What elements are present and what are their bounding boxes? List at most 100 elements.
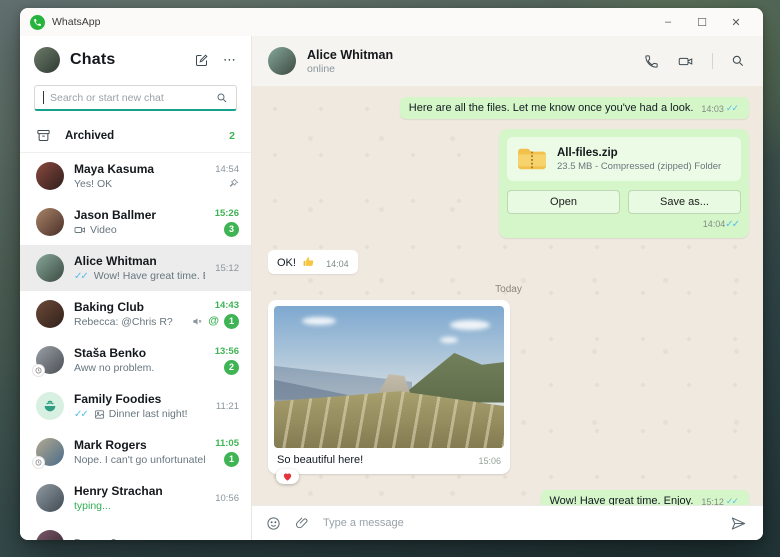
chat-row-maya-kasuma[interactable]: Maya Kasuma Yes! OK 14:54 (20, 153, 251, 199)
archive-icon (37, 130, 50, 141)
chat-preview: Rebecca: @Chris R? (74, 316, 173, 328)
message-text: OK! (277, 257, 296, 269)
message-outgoing[interactable]: Wow! Have great time. Enjoy. 15:12 ✓✓ (540, 490, 749, 505)
heart-icon (283, 473, 292, 481)
zip-folder-icon (518, 148, 546, 170)
whatsapp-window: WhatsApp – ☐ ✕ Chats ⋯ Search or start n… (20, 8, 763, 540)
chats-title: Chats (70, 51, 116, 68)
archived-label: Archived (65, 129, 115, 142)
date-divider: Today (495, 284, 522, 295)
send-icon[interactable] (730, 516, 747, 531)
chat-name: Dawn Jones (74, 537, 211, 540)
message-time: 15:06 (478, 456, 501, 466)
search-input[interactable] (50, 91, 210, 104)
save-as-button[interactable]: Save as... (628, 190, 741, 214)
maximize-button[interactable]: ☐ (685, 9, 719, 35)
text-caret (43, 91, 44, 104)
heart-reaction[interactable] (276, 469, 299, 484)
chat-row-alice-whitman[interactable]: Alice Whitman ✓✓ Wow! Have great time. E… (20, 245, 251, 291)
contact-avatar[interactable] (268, 47, 296, 75)
more-options-icon[interactable]: ⋯ (223, 52, 237, 68)
chat-row-henry-strachan[interactable]: Henry Strachan typing... 10:56 (20, 475, 251, 521)
food-bowl-icon (44, 400, 56, 412)
chat-name: Staša Benko (74, 346, 147, 360)
voice-call-icon[interactable] (644, 54, 659, 69)
new-chat-icon[interactable] (194, 53, 209, 68)
read-ticks-icon: ✓✓ (74, 270, 89, 282)
conversation-header[interactable]: Alice Whitman online (252, 36, 763, 86)
chat-row-stasa-benko[interactable]: Staša Benko Aww no problem. 13:56 2 (20, 337, 251, 383)
message-input[interactable] (323, 517, 716, 529)
whatsapp-logo-icon (30, 14, 45, 30)
file-card[interactable]: All-files.zip 23.5 MB - Compressed (zipp… (507, 137, 741, 181)
conversation-search-icon[interactable] (731, 54, 745, 68)
chat-time: 13:56 (214, 345, 239, 357)
chat-name: Baking Club (74, 300, 145, 314)
chat-name: Jason Ballmer (74, 208, 157, 222)
conversation-panel: Alice Whitman online Here are all the fi… (252, 36, 763, 540)
chat-name: Family Foodies (74, 392, 162, 406)
read-ticks-icon: ✓✓ (725, 496, 739, 505)
composer-bar (252, 505, 763, 540)
read-ticks-icon: ✓✓ (725, 219, 740, 230)
contact-name: Alice Whitman (307, 47, 394, 62)
video-call-icon[interactable] (677, 54, 694, 69)
message-incoming[interactable]: OK! 14:04 (268, 250, 358, 274)
message-time: 14:04 (326, 259, 349, 269)
chat-time: 11:05 (215, 437, 239, 449)
unread-badge: 1 (224, 451, 239, 467)
message-time: 15:12 (701, 497, 724, 505)
chat-list[interactable]: Maya Kasuma Yes! OK 14:54 Jason Ballmer (20, 153, 251, 540)
file-name: All-files.zip (557, 146, 618, 159)
chat-time: 11:21 (215, 400, 239, 412)
file-message: All-files.zip 23.5 MB - Compressed (zipp… (499, 129, 749, 238)
chat-row-mark-rogers[interactable]: Mark Rogers Nope. I can't go unfortunate… (20, 429, 251, 475)
archived-count: 2 (229, 129, 235, 142)
chat-name: Maya Kasuma (74, 162, 155, 176)
chat-row-baking-club[interactable]: Baking Club Rebecca: @Chris R? 14:43 @ 1 (20, 291, 251, 337)
message-time: 14:03 (701, 104, 724, 114)
attach-icon[interactable] (295, 516, 309, 530)
titlebar[interactable]: WhatsApp – ☐ ✕ (20, 8, 763, 36)
chat-time: 14:43 (214, 299, 239, 311)
chat-row-dawn-jones[interactable]: Dawn Jones 8:32 (20, 521, 251, 540)
typing-indicator: typing... (74, 500, 111, 512)
profile-avatar[interactable] (34, 47, 60, 73)
message-text: Wow! Have great time. Enjoy. (549, 495, 694, 505)
video-icon (74, 227, 85, 233)
unread-badge: 3 (224, 221, 239, 237)
avatar (36, 300, 64, 328)
minimize-button[interactable]: – (651, 9, 685, 35)
photo-attachment-icon (94, 409, 104, 419)
chat-name: Henry Strachan (74, 484, 163, 498)
message-history[interactable]: Here are all the files. Let me know once… (252, 86, 763, 505)
avatar (36, 254, 64, 282)
open-file-button[interactable]: Open (507, 190, 620, 214)
photo-message[interactable]: So beautiful here! 15:06 (268, 300, 510, 484)
window-title: WhatsApp (52, 16, 101, 28)
chat-time: 8:32 (221, 539, 240, 541)
contact-status: online (307, 62, 336, 75)
avatar (33, 438, 64, 468)
header-divider (712, 53, 713, 69)
chat-time: 14:54 (215, 163, 239, 175)
chat-preview: ✓✓ Dinner last night! (74, 408, 188, 420)
avatar (36, 208, 64, 236)
sidebar: Chats ⋯ Archived 2 (20, 36, 252, 540)
search-box[interactable] (34, 85, 237, 111)
mention-icon: @ (208, 315, 219, 327)
photo-caption: So beautiful here! (277, 454, 364, 466)
read-ticks-icon: ✓✓ (725, 103, 739, 113)
landscape-photo[interactable] (274, 306, 504, 448)
archived-row[interactable]: Archived 2 (20, 119, 251, 153)
chat-time: 15:12 (215, 262, 239, 274)
chat-time: 10:56 (215, 492, 239, 504)
chat-row-jason-ballmer[interactable]: Jason Ballmer Video 15:26 3 (20, 199, 251, 245)
chat-row-family-foodies[interactable]: Family Foodies ✓✓ Dinner last night! 11:… (20, 383, 251, 429)
emoji-icon[interactable] (266, 516, 281, 531)
message-outgoing[interactable]: Here are all the files. Let me know once… (399, 97, 749, 119)
clock-status-icon (33, 365, 44, 376)
close-button[interactable]: ✕ (719, 9, 753, 35)
chat-name: Mark Rogers (74, 438, 147, 452)
read-ticks-icon: ✓✓ (74, 408, 89, 420)
